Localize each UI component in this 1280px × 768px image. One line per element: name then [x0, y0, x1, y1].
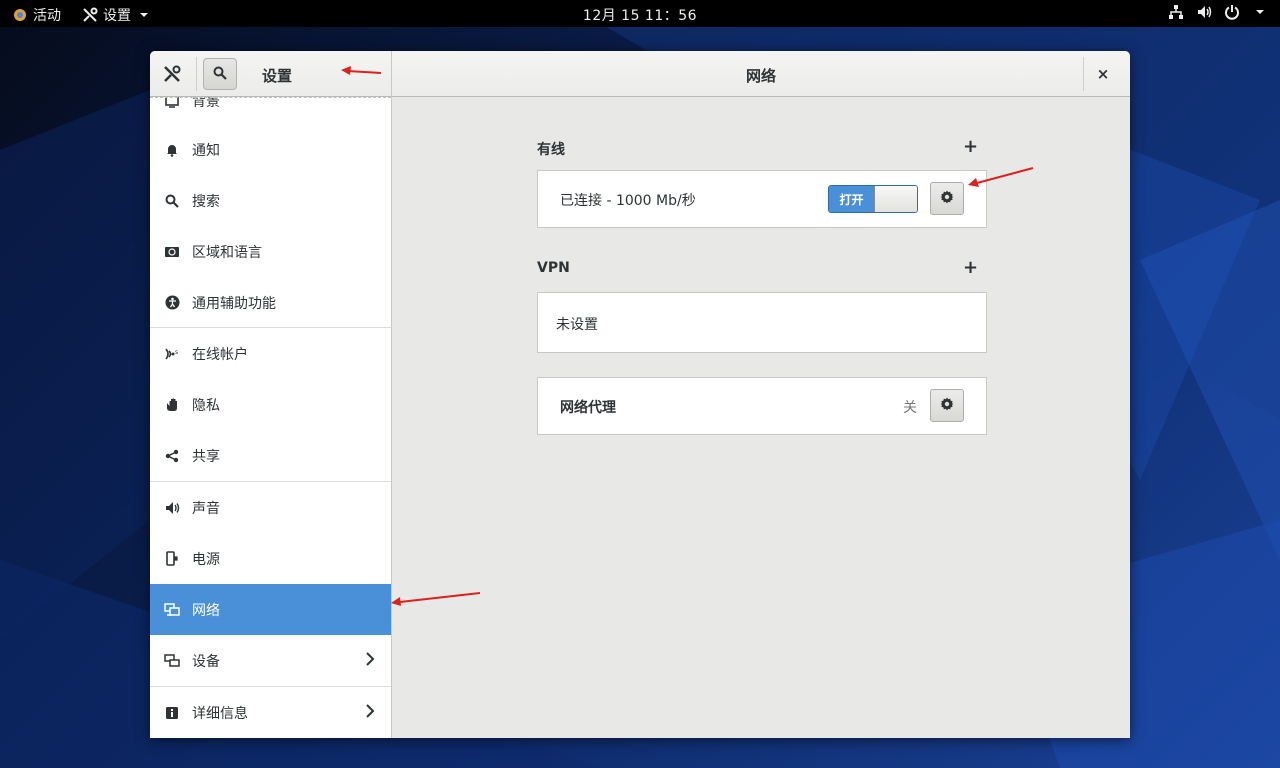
search-icon: [213, 65, 227, 84]
sidebar-item-notifications[interactable]: 通知: [150, 124, 391, 175]
network-icon: [164, 602, 180, 618]
sidebar-title: 设置: [262, 67, 293, 85]
header-bar: 设置 网络 ×: [150, 51, 1130, 97]
chevron-down-icon: [1252, 4, 1268, 20]
settings-window: 设置 网络 × 背景 通知 搜索 区域和语言 通用辅助功能 s 在线帐户 隐私 …: [150, 51, 1130, 738]
sidebar-item-search[interactable]: 搜索: [150, 175, 391, 226]
sidebar-item-privacy[interactable]: 隐私: [150, 379, 391, 430]
sidebar: 背景 通知 搜索 区域和语言 通用辅助功能 s 在线帐户 隐私 共享 声音 电源…: [150, 97, 392, 738]
wired-toggle-knob: [874, 186, 917, 212]
top-bar: 活动 设置 12月 15 11：56: [0, 0, 1280, 27]
proxy-settings-button[interactable]: [930, 389, 964, 422]
svg-text:s: s: [175, 349, 178, 356]
proxy-state: 关: [903, 400, 917, 416]
sidebar-item-label: 设备: [192, 653, 220, 670]
sidebar-item-label: 详细信息: [192, 705, 248, 722]
proxy-row[interactable]: 网络代理 关: [537, 377, 987, 435]
clock[interactable]: 12月 15 11：56: [583, 8, 697, 24]
sidebar-item-power[interactable]: 电源: [150, 533, 391, 584]
sidebar-item-label: 搜索: [192, 193, 220, 210]
sidebar-item-label: 网络: [192, 602, 220, 619]
share-icon: [164, 448, 180, 464]
wired-toggle-label: 打开: [829, 186, 874, 212]
sidebar-item-region[interactable]: 区域和语言: [150, 226, 391, 277]
wired-card: 已连接 - 1000 Mb/秒 打开: [537, 170, 987, 228]
chevron-right-icon: [365, 704, 375, 722]
bell-icon: [164, 142, 180, 158]
hand-icon: [164, 397, 180, 413]
proxy-title: 网络代理: [560, 400, 616, 416]
vpn-section-title: VPN: [537, 260, 570, 276]
power-icon: [1224, 4, 1240, 20]
network-panel: 有线 + 已连接 - 1000 Mb/秒 打开 VPN + 未设置 网络代理 关: [393, 98, 1130, 738]
close-button[interactable]: ×: [1093, 64, 1113, 84]
sidebar-item-label: 区域和语言: [192, 244, 262, 261]
chevron-right-icon: [365, 652, 375, 670]
sidebar-item-label: 背景: [192, 97, 220, 110]
wired-toggle[interactable]: 打开: [828, 185, 918, 213]
volume-icon: [1196, 4, 1212, 20]
wired-settings-button[interactable]: [930, 182, 964, 215]
sidebar-item-label: 隐私: [192, 397, 220, 414]
online-accounts-icon: s: [164, 346, 180, 362]
add-wired-button[interactable]: +: [963, 138, 978, 156]
tools-icon: [162, 64, 182, 84]
sidebar-item-sharing[interactable]: 共享: [150, 430, 391, 481]
sidebar-item-online-accounts[interactable]: s 在线帐户: [150, 328, 391, 379]
sidebar-item-label: 声音: [192, 500, 220, 517]
devices-icon: [164, 653, 180, 669]
vpn-status: 未设置: [556, 317, 598, 333]
sidebar-item-network[interactable]: 网络: [150, 584, 391, 635]
close-icon: ×: [1096, 65, 1110, 83]
speaker-icon: [164, 500, 180, 516]
network-wired-icon: [1168, 4, 1184, 20]
wired-section-title: 有线: [537, 142, 565, 158]
sidebar-item-label: 在线帐户: [192, 346, 248, 363]
add-vpn-button[interactable]: +: [963, 259, 978, 277]
sidebar-item-label: 通知: [192, 142, 220, 159]
sidebar-item-accessibility[interactable]: 通用辅助功能: [150, 277, 391, 328]
sidebar-item-label: 电源: [192, 551, 220, 568]
region-icon: [164, 244, 180, 260]
gear-icon: [940, 189, 954, 208]
background-icon: [164, 97, 180, 109]
status-menu[interactable]: [1168, 4, 1268, 20]
sidebar-item-details[interactable]: 详细信息: [150, 687, 391, 738]
sidebar-item-sound[interactable]: 声音: [150, 482, 391, 533]
gear-icon: [940, 396, 954, 415]
sidebar-item-devices[interactable]: 设备: [150, 635, 391, 686]
vpn-card: 未设置: [537, 292, 987, 353]
sidebar-item-background[interactable]: 背景: [150, 97, 391, 126]
info-icon: [164, 705, 180, 721]
wired-status: 已连接 - 1000 Mb/秒: [560, 193, 696, 209]
sidebar-item-label: 共享: [192, 448, 220, 465]
search-icon: [164, 193, 180, 209]
sidebar-item-label: 通用辅助功能: [192, 295, 276, 312]
search-button[interactable]: [203, 58, 237, 90]
page-title: 网络: [745, 67, 776, 85]
power-plug-icon: [164, 551, 180, 567]
accessibility-icon: [164, 295, 180, 311]
